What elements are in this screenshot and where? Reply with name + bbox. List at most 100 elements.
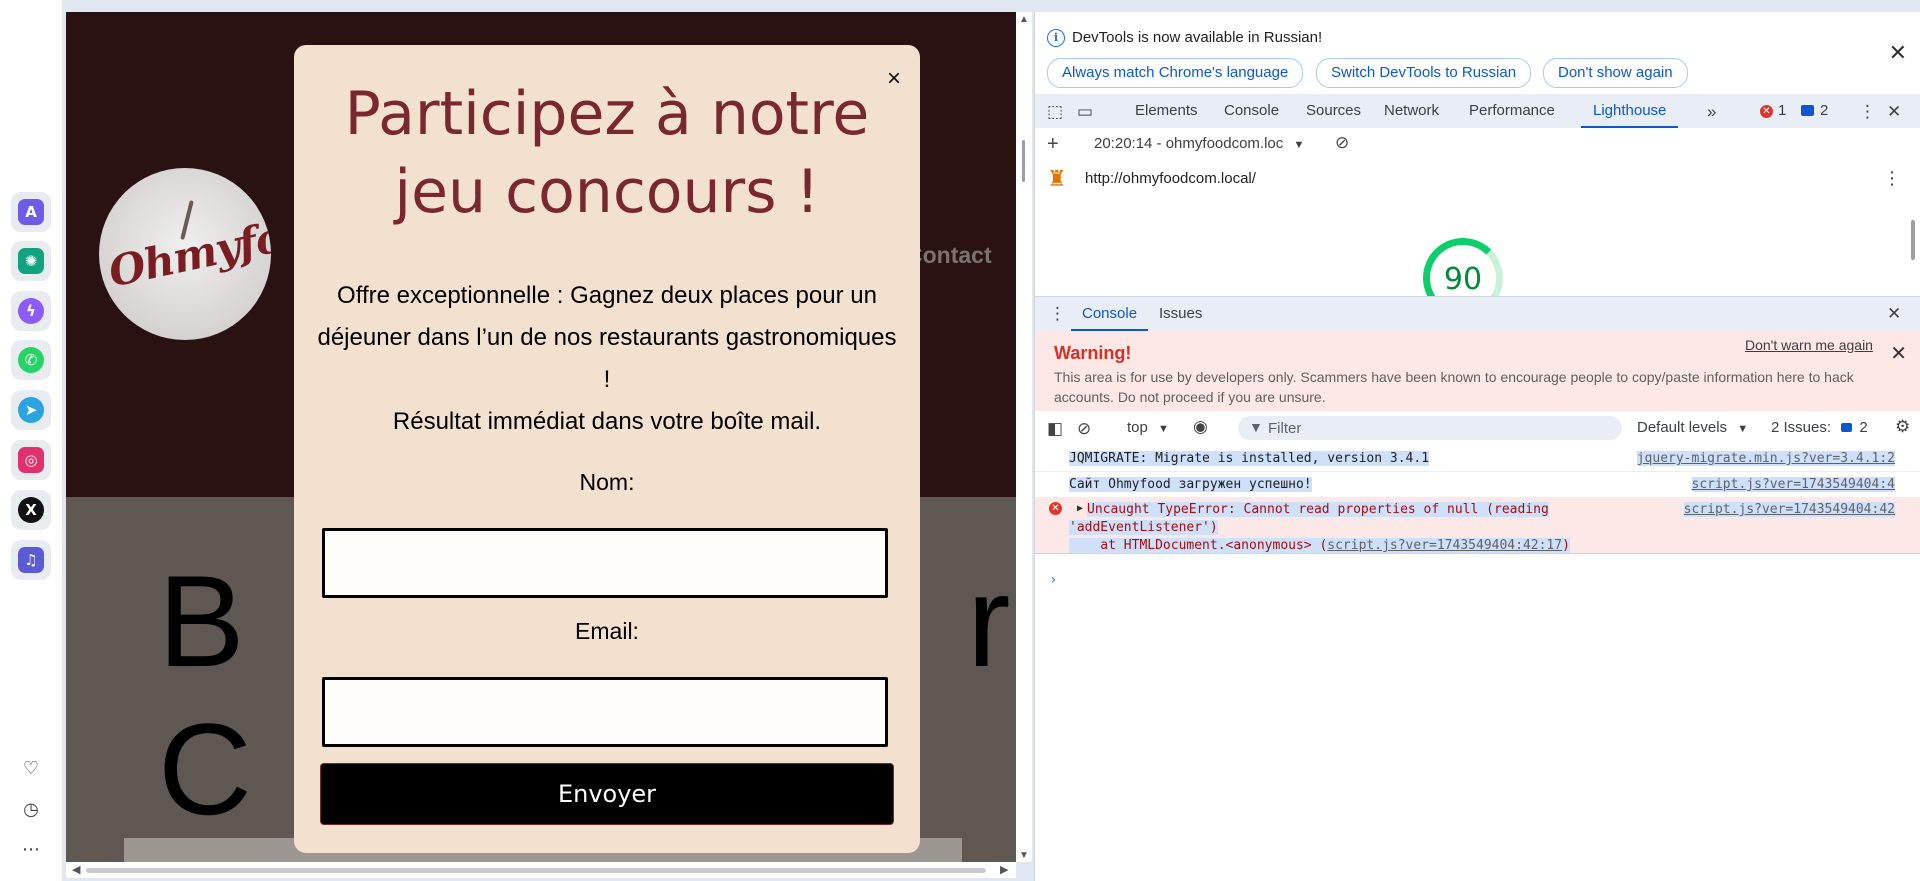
music-app-button[interactable]: ♫ [11,540,51,580]
page-vertical-scrollbar[interactable]: ▲ ▼ [1016,12,1032,862]
error-stack-line: at HTMLDocument.<anonymous> (script.js?v… [1069,538,1570,553]
inspect-element-icon[interactable]: ⬚ [1047,102,1063,122]
report-select-value: 20:20:14 - ohmyfoodcom.loc [1094,135,1284,152]
settings-gear-icon[interactable]: ⚙ [1895,417,1910,437]
scroll-down-icon[interactable]: ▼ [1019,850,1029,861]
console-filter-input[interactable]: ▼ Filter [1238,416,1622,440]
warning-title: Warning! [1054,343,1132,363]
tab-elements[interactable]: Elements [1135,94,1198,128]
kebab-menu-icon[interactable]: ⋮ [1859,102,1876,122]
chatgpt-app-button[interactable]: ✺ [11,241,51,281]
page-horizontal-scrollbar[interactable]: ◀ ▶ [66,862,1016,878]
close-drawer-icon[interactable]: ✕ [1887,304,1901,324]
close-warning-icon[interactable]: ✕ [1890,341,1907,366]
dropdown-arrow-icon: ▼ [1737,423,1749,435]
console-prompt-icon[interactable]: › [1049,572,1057,588]
tab-console[interactable]: Console [1224,94,1279,128]
context-select[interactable]: top ▼ [1127,419,1169,436]
clear-console-icon[interactable]: ⊘ [1077,419,1091,439]
tab-network[interactable]: Network [1384,94,1439,128]
tab-performance[interactable]: Performance [1469,94,1555,128]
log-source-link[interactable]: script.js?ver=1743549404:4 [1691,477,1895,492]
log-source-link[interactable]: jquery-migrate.min.js?ver=3.4.1:2 [1636,451,1895,466]
site-logo[interactable]: Ohmyfood [99,168,271,340]
sidebar-toggle-icon[interactable]: ◧ [1047,419,1063,439]
history-button[interactable]: ◷ [19,797,43,821]
context-select-value: top [1127,419,1148,436]
stack-source-link[interactable]: script.js?ver=1743549404:42:17 [1327,538,1562,553]
console-log-row[interactable]: Сайт Ohmyfood загружен успешно! script.j… [1035,471,1920,498]
whatsapp-app-button[interactable]: ✆ [11,340,51,380]
favorites-button[interactable]: ♡ [19,756,43,780]
error-stack-close: ) [1562,538,1570,553]
lighthouse-icon: ♜ [1047,166,1067,191]
log-levels-select[interactable]: Default levels ▼ [1637,419,1748,436]
close-icon[interactable]: ✕ [1889,40,1907,66]
scroll-up-icon[interactable]: ▲ [1019,14,1029,25]
console-messages: JQMIGRATE: Migrate is installed, version… [1035,445,1920,881]
message-icon [1841,423,1853,432]
tab-lighthouse[interactable]: Lighthouse [1581,94,1679,128]
scroll-left-icon[interactable]: ◀ [72,863,80,876]
report-scroll-thumb[interactable] [1911,220,1915,260]
aria-app-button[interactable]: A [11,192,51,232]
match-language-button[interactable]: Always match Chrome's language [1047,58,1304,88]
expand-triangle-icon[interactable]: ▶ [1077,503,1083,514]
x-app-button[interactable]: X [11,490,51,530]
error-count[interactable]: 1 [1778,102,1786,119]
drawer-tab-console[interactable]: Console [1071,297,1149,331]
log-source-link[interactable]: script.js?ver=1743549404:42 [1683,502,1895,517]
messenger-app-button[interactable]: ϟ [11,291,51,331]
telegram-app-button[interactable]: ➤ [11,390,51,430]
dropdown-arrow-icon: ▼ [1293,139,1305,151]
device-toolbar-icon[interactable]: ▭ [1077,102,1093,122]
more-tabs-icon[interactable]: » [1707,102,1716,122]
drawer-tab-issues[interactable]: Issues [1159,297,1202,331]
eye-icon[interactable]: ◉ [1193,417,1208,437]
instagram-icon: ◎ [18,447,44,473]
devtools-panel: i DevTools is now available in Russian! … [1034,12,1920,881]
log-message: JQMIGRATE: Migrate is installed, version… [1069,451,1430,466]
submit-button[interactable]: Envoyer [320,763,894,825]
clear-icon[interactable]: ⊘ [1335,133,1349,153]
scroll-thumb[interactable] [1022,140,1025,182]
name-input[interactable] [322,528,888,598]
dont-show-again-button[interactable]: Don't show again [1543,58,1688,88]
dont-warn-again-link[interactable]: Don't warn me again [1745,337,1873,353]
scroll-right-icon[interactable]: ▶ [1000,863,1008,876]
log-message: Сайт Ohmyfood загружен успешно! [1069,477,1312,492]
console-log-row[interactable]: JQMIGRATE: Migrate is installed, version… [1035,445,1920,472]
issues-count: 2 [1859,419,1868,436]
warning-text: This area is for use by developers only.… [1054,369,1854,405]
issues-label: 2 Issues: [1771,419,1832,436]
message-count[interactable]: 2 [1820,102,1828,119]
music-icon: ♫ [18,547,44,573]
switch-language-button[interactable]: Switch DevTools to Russian [1316,58,1532,88]
chatgpt-icon: ✺ [18,248,44,274]
email-input[interactable] [322,677,888,747]
error-message-line-1: Uncaught TypeError: Cannot read properti… [1087,502,1549,517]
modal-offer-text: Offre exceptionnelle : Gagnez deux place… [314,275,900,443]
browser-sidebar: A ✺ ϟ ✆ ➤ ◎ X ♫ ♡ ◷ ⋯ [0,0,63,881]
console-error-row[interactable]: ✕ ▶ Uncaught TypeError: Cannot read prop… [1035,497,1920,554]
result-notice: Résultat immédiat dans votre boîte mail. [392,408,822,435]
kebab-menu-icon[interactable]: ⋮ [1883,168,1901,189]
language-banner: i DevTools is now available in Russian! … [1035,12,1920,95]
drawer-menu-icon[interactable]: ⋮ [1049,304,1066,324]
self-xss-warning: Warning! Don't warn me again ✕ This area… [1035,331,1920,411]
error-message-line-2: 'addEventListener') [1069,520,1218,535]
issues-counter[interactable]: 2 Issues: 2 [1771,419,1868,436]
whatsapp-icon: ✆ [18,347,44,373]
close-devtools-icon[interactable]: ✕ [1887,102,1901,122]
scroll-track[interactable] [86,868,986,873]
window-frame [66,0,1920,12]
instagram-app-button[interactable]: ◎ [11,440,51,480]
plus-icon[interactable]: + [1047,133,1059,156]
info-icon: i [1047,29,1065,47]
devtools-tab-bar: ⬚ ▭ Elements Console Sources Network Per… [1035,94,1920,129]
tab-sources[interactable]: Sources [1306,94,1361,128]
lighthouse-toolbar: + 20:20:14 - ohmyfoodcom.loc ▼ ⊘ [1035,128,1920,161]
console-toolbar: ◧ ⊘ top ▼ ◉ ▼ Filter Default levels ▼ 2 … [1035,411,1920,446]
more-button[interactable]: ⋯ [19,837,43,861]
report-select[interactable]: 20:20:14 - ohmyfoodcom.loc ▼ [1094,135,1304,152]
